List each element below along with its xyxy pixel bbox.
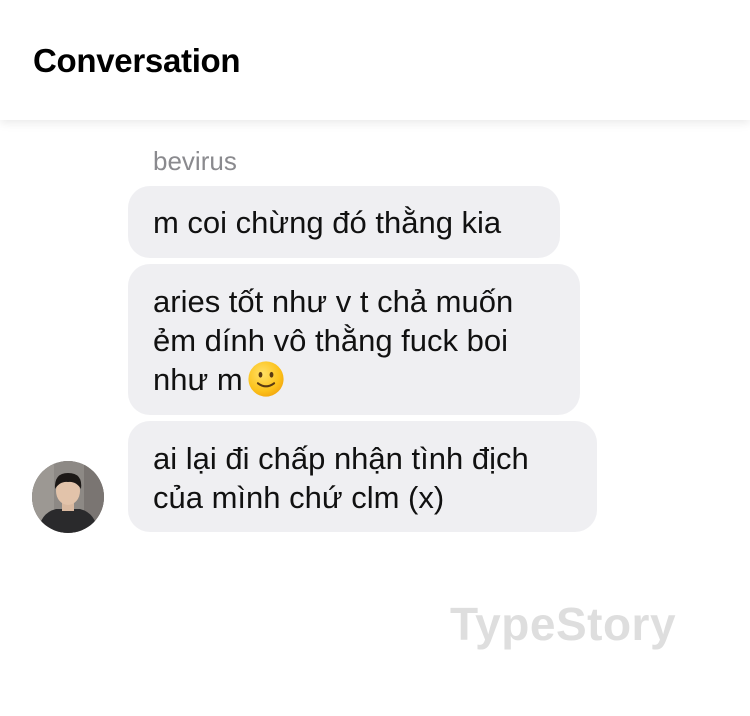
message-bubble-2[interactable]: aries tốt như v t chả muốn ẻm dính vô th…	[128, 264, 580, 415]
avatar[interactable]	[32, 461, 104, 533]
page-title: Conversation	[33, 42, 241, 79]
message-bubble-1[interactable]: m coi chừng đó thằng kia	[128, 186, 560, 258]
message-bubble-3[interactable]: ai lại đi chấp nhận tình địch của mình c…	[128, 421, 597, 532]
person-photo-icon	[32, 461, 104, 533]
message-text-2: aries tốt như v t chả muốn ẻm dính vô th…	[153, 284, 514, 397]
message-text-1: m coi chừng đó thằng kia	[153, 205, 502, 240]
watermark: TypeStory	[450, 598, 677, 650]
conversation-header: Conversation	[0, 0, 750, 120]
slightly-smiling-face-icon	[248, 361, 284, 397]
message-text-3: ai lại đi chấp nhận tình địch của mình c…	[153, 441, 529, 515]
sender-name: bevirus	[153, 146, 237, 176]
